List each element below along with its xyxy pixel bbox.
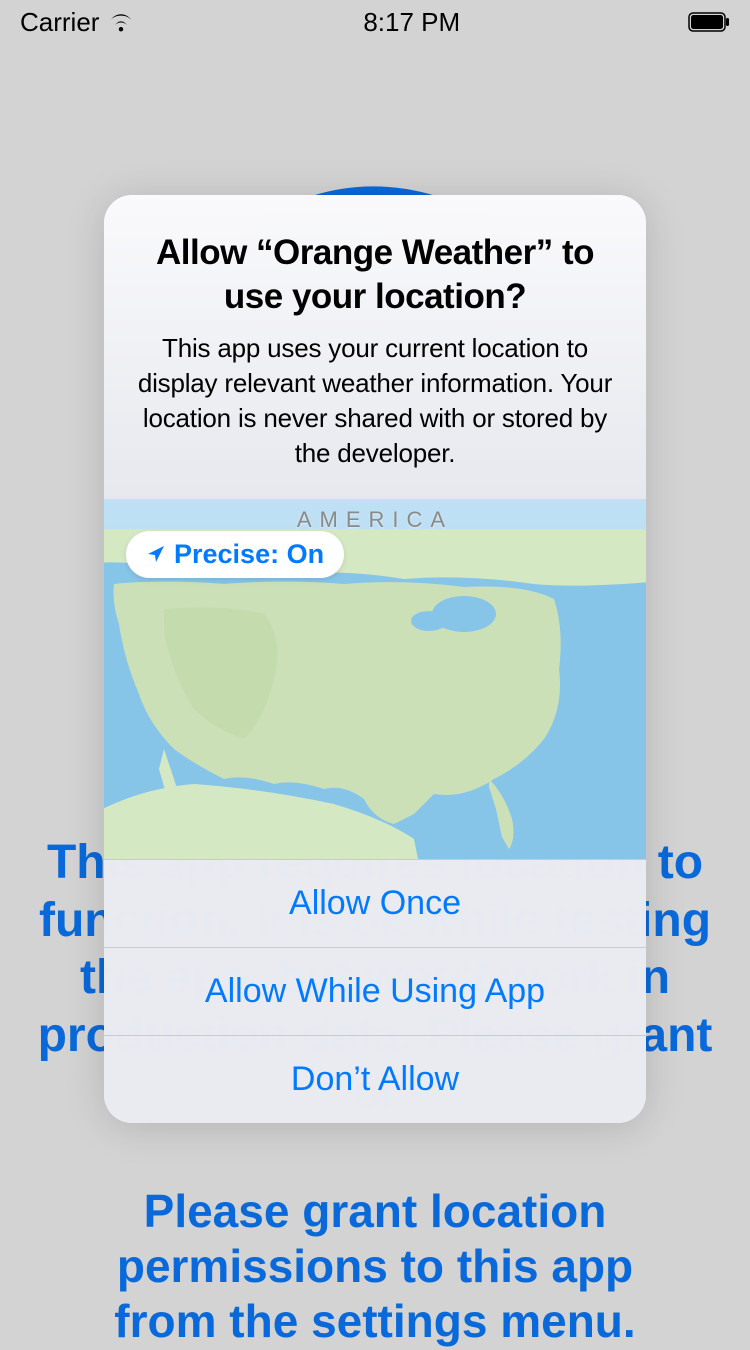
us-map-graphic [104,529,646,859]
status-bar: Carrier 8:17 PM [0,0,750,44]
precise-toggle-chip[interactable]: Precise: On [126,531,344,578]
background-permission-instruction: Please grant location permissions to thi… [60,1184,690,1350]
dont-allow-button[interactable]: Don’t Allow [104,1035,646,1123]
location-permission-alert: Allow “Orange Weather” to use your locat… [104,195,646,1123]
location-arrow-icon [146,544,166,564]
status-bar-left: Carrier [20,7,135,38]
map-region-label: AMERICA [297,507,453,533]
alert-buttons: Allow Once Allow While Using App Don’t A… [104,859,646,1123]
allow-once-button[interactable]: Allow Once [104,859,646,947]
alert-title: Allow “Orange Weather” to use your locat… [134,231,616,319]
precise-label: Precise: On [174,539,324,570]
allow-while-using-button[interactable]: Allow While Using App [104,947,646,1035]
map-preview[interactable]: AMERICA Precise: On [104,499,646,859]
status-time: 8:17 PM [363,7,460,38]
battery-icon [688,12,730,32]
wifi-icon [107,12,135,32]
status-bar-right [688,12,730,32]
alert-header: Allow “Orange Weather” to use your locat… [104,195,646,499]
alert-message: This app uses your current location to d… [134,331,616,471]
carrier-label: Carrier [20,7,99,38]
